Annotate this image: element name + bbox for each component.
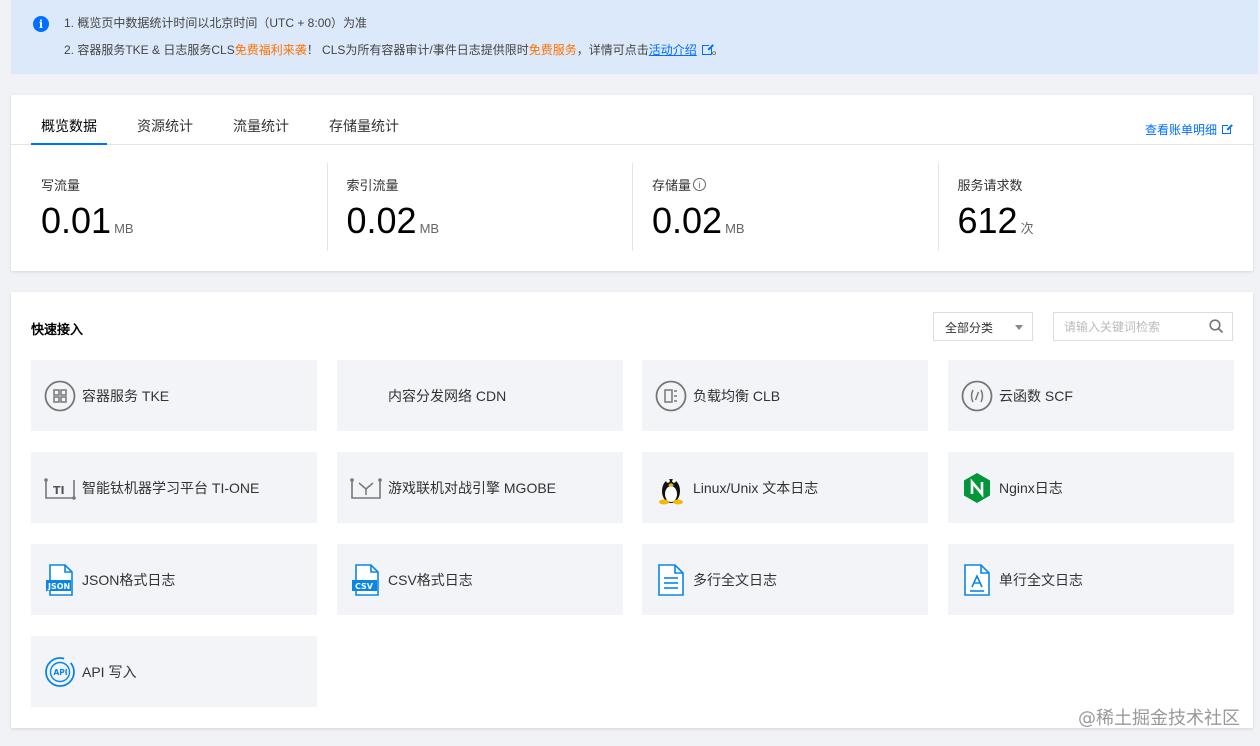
- stat-unit: MB: [725, 221, 745, 236]
- tile-ti-one[interactable]: TI 智能钛机器学习平台 TI-ONE: [31, 452, 317, 523]
- help-icon[interactable]: i: [693, 178, 707, 191]
- view-bill-link[interactable]: 查看账单明细: [1145, 121, 1233, 138]
- search-box: [1053, 312, 1233, 341]
- tke-icon: [43, 379, 77, 413]
- cdn-icon: [349, 379, 383, 413]
- tile-csv[interactable]: CSV CSV格式日志: [337, 544, 623, 615]
- tile-label: 智能钛机器学习平台 TI-ONE: [82, 479, 260, 496]
- tile-label: 容器服务 TKE: [82, 387, 170, 404]
- svg-text:TI: TI: [53, 484, 65, 497]
- svg-text:API: API: [54, 668, 68, 677]
- info-icon: i: [33, 16, 49, 32]
- notice-line-2: 2. 容器服务TKE & 日志服务CLS免费福利来袭！ CLS为所有容器审计/事…: [64, 41, 724, 59]
- external-link-icon[interactable]: [701, 43, 714, 55]
- stat-label: 索引流量: [346, 178, 399, 193]
- tile-label: 多行全文日志: [693, 571, 777, 588]
- tile-label: 负载均衡 CLB: [693, 387, 781, 404]
- stat-label: 写流量: [41, 178, 81, 193]
- stat-number: 0.01: [41, 200, 112, 241]
- svg-text:CSV: CSV: [355, 582, 374, 591]
- category-select[interactable]: 全部分类: [933, 312, 1033, 341]
- chevron-down-icon: [1015, 325, 1023, 330]
- activity-link[interactable]: 活动介绍: [649, 43, 697, 57]
- csv-file-icon: CSV: [349, 563, 383, 597]
- watermark: @稀土掘金技术社区: [1078, 708, 1240, 729]
- search-input[interactable]: [1054, 313, 1204, 340]
- notice-text: ！ CLS为所有容器审计/事件日志提供限时: [306, 43, 529, 57]
- notice-highlight: 免费服务: [528, 43, 577, 57]
- tab-storage[interactable]: 存储量统计: [319, 117, 409, 145]
- linux-icon: [654, 471, 688, 505]
- tile-linux[interactable]: Linux/Unix 文本日志: [642, 452, 928, 523]
- tile-label: JSON格式日志: [82, 571, 176, 588]
- notice-highlight: 免费福利来袭: [234, 43, 307, 57]
- tile-json[interactable]: JSON JSON格式日志: [31, 544, 317, 615]
- stat-storage: 存储量 i 0.02 MB: [622, 155, 928, 255]
- notice-text: ，详情可点击: [576, 43, 649, 57]
- notice-line-1: 1. 概览页中数据统计时间以北京时间（UTC + 8:00）为准: [64, 16, 368, 30]
- tile-label: 游戏联机对战引擎 MGOBE: [388, 479, 557, 496]
- single-line-doc-icon: [960, 563, 994, 597]
- stat-label: 存储量: [652, 178, 692, 193]
- stat-requests: 服务请求数 612 次: [928, 155, 1234, 255]
- tile-label: API 写入: [82, 663, 137, 680]
- tile-label: Linux/Unix 文本日志: [693, 479, 819, 496]
- tile-label: Nginx日志: [999, 479, 1063, 496]
- tile-label: 内容分发网络 CDN: [388, 387, 507, 404]
- clb-icon: [654, 379, 688, 413]
- stat-value: 0.02 MB: [347, 198, 440, 252]
- tile-tke[interactable]: 容器服务 TKE: [31, 360, 317, 431]
- stat-unit: 次: [1020, 221, 1034, 236]
- overview-card: 概览数据 资源统计 流量统计 存储量统计 查看账单明细 写流量 0.01 MB 索…: [11, 95, 1253, 271]
- multiline-doc-icon: [654, 563, 688, 597]
- tab-traffic[interactable]: 流量统计: [223, 117, 299, 145]
- view-bill-label[interactable]: 查看账单明细: [1145, 121, 1217, 138]
- scf-icon: [960, 379, 994, 413]
- tile-label: 单行全文日志: [999, 571, 1083, 588]
- stat-value: 0.01 MB: [41, 198, 134, 252]
- tile-multiline[interactable]: 多行全文日志: [642, 544, 928, 615]
- tile-label: CSV格式日志: [388, 571, 473, 588]
- tile-api[interactable]: API API 写入: [31, 636, 317, 707]
- ti-one-icon: TI: [43, 471, 77, 505]
- tile-scf[interactable]: 云函数 SCF: [948, 360, 1234, 431]
- tile-single-line[interactable]: 单行全文日志: [948, 544, 1234, 615]
- stat-number: 0.02: [346, 200, 417, 241]
- nginx-icon: [960, 471, 994, 505]
- tile-mgobe[interactable]: 游戏联机对战引擎 MGOBE: [337, 452, 623, 523]
- stats-row: 写流量 0.01 MB 索引流量 0.02 MB 存储量 i 0.02 MB 服务请求数…: [11, 155, 1253, 255]
- stat-number: 612: [957, 200, 1018, 241]
- stat-value: 612 次: [958, 198, 1034, 252]
- stat-number: 0.02: [652, 200, 723, 241]
- json-file-icon: JSON: [43, 563, 77, 597]
- notice-text: 2. 容器服务TKE & 日志服务CLS: [64, 43, 235, 57]
- svg-text:JSON: JSON: [47, 582, 70, 591]
- search-icon[interactable]: [1209, 319, 1224, 334]
- stat-value: 0.02 MB: [652, 198, 745, 252]
- tile-clb[interactable]: 负载均衡 CLB: [642, 360, 928, 431]
- stat-write-traffic: 写流量 0.01 MB: [11, 155, 317, 255]
- tab-overview[interactable]: 概览数据: [31, 117, 107, 145]
- stat-unit: MB: [419, 221, 440, 236]
- quick-access-card: 快速接入 全部分类 容器服务 TKE 内容分发网络 CDN 负载均衡 CLB: [11, 292, 1253, 728]
- stat-unit: MB: [114, 221, 134, 236]
- category-select-value: 全部分类: [945, 321, 994, 335]
- overview-tabs: 概览数据 资源统计 流量统计 存储量统计: [31, 117, 429, 145]
- external-link-icon[interactable]: [1222, 123, 1233, 134]
- tile-cdn[interactable]: 内容分发网络 CDN: [337, 360, 623, 431]
- api-icon: API: [43, 655, 77, 689]
- tab-resource[interactable]: 资源统计: [127, 117, 203, 145]
- tile-nginx[interactable]: Nginx日志: [948, 452, 1234, 523]
- stat-index-traffic: 索引流量 0.02 MB: [317, 155, 623, 255]
- stat-label-row: 存储量 i: [652, 175, 707, 194]
- stat-label: 服务请求数: [957, 178, 1023, 193]
- mgobe-icon: [349, 471, 383, 505]
- notice-banner: i 1. 概览页中数据统计时间以北京时间（UTC + 8:00）为准 2. 容器…: [11, 0, 1258, 74]
- quick-access-title: 快速接入: [31, 322, 84, 337]
- tile-label: 云函数 SCF: [999, 387, 1073, 404]
